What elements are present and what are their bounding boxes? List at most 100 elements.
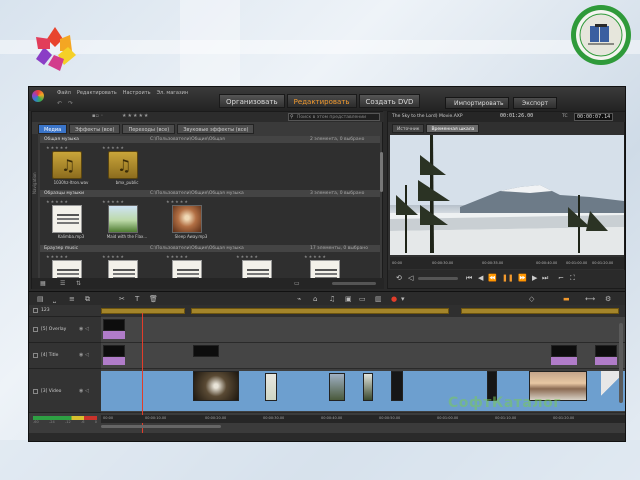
split-icon[interactable]: ⌁ xyxy=(297,295,301,303)
video-clip-thumbnail[interactable] xyxy=(363,373,373,401)
previous-frame-icon[interactable]: ◀ xyxy=(478,274,483,282)
lock-checkbox[interactable] xyxy=(33,308,38,313)
track-header-title[interactable]: [4] Title ◉ ◁ xyxy=(29,343,101,369)
visibility-icon[interactable]: ◉ ◁ xyxy=(79,388,89,394)
tile-rating-stars[interactable]: ★★★★★ xyxy=(46,145,69,150)
snap-icon[interactable]: ⎵ xyxy=(53,295,56,304)
ruler-icon[interactable]: ⟷ xyxy=(585,295,595,303)
tile-rating-stars[interactable]: ★★★★★ xyxy=(166,199,189,204)
menu-store[interactable]: Эл. магазин xyxy=(157,90,189,96)
title-clip-bar[interactable] xyxy=(103,357,125,365)
mark-in-icon[interactable]: ⌐ xyxy=(558,274,564,282)
menu-file[interactable]: Файл xyxy=(57,90,71,96)
sort-icon[interactable]: ⇅ xyxy=(76,280,81,287)
track-header-overlay[interactable]: [5] Overlay ◉ ◁ xyxy=(29,317,101,343)
menu-edit[interactable]: Редактировать xyxy=(77,90,117,96)
storyboard-icon[interactable]: ▤ xyxy=(37,295,44,303)
effects-icon[interactable]: ▣ xyxy=(345,295,352,303)
overlay-clip-audio[interactable] xyxy=(103,331,125,339)
navigation-rail[interactable]: Navigation xyxy=(32,134,38,280)
fast-forward-icon[interactable]: ⏩ xyxy=(518,274,527,282)
section-header[interactable]: Образцы музыки C:\Пользователи\Общие\Общ… xyxy=(40,190,380,197)
export-button[interactable]: Экспорт xyxy=(513,97,558,109)
video-clip-thumbnail[interactable] xyxy=(265,373,277,401)
play-pause-icon[interactable]: ❚❚ xyxy=(502,274,514,282)
media-tile[interactable]: ★★★★★ xyxy=(166,254,216,278)
timeline-horizontal-scrollbar[interactable] xyxy=(101,425,221,428)
title-tool-icon[interactable]: T xyxy=(135,295,139,303)
audio-mixer-icon[interactable]: ♫ xyxy=(329,295,335,303)
tab-timeline-preview[interactable]: Временная шкала xyxy=(426,124,480,133)
volume-icon[interactable]: ◁ xyxy=(408,274,413,282)
section-header[interactable]: Браузер music C:\Пользователи\Общие\Обща… xyxy=(40,245,380,252)
media-tile[interactable]: ★★★★★ Kalimba.mp3 xyxy=(46,199,96,241)
tab-sound-effects[interactable]: Звуковые эффекты (все) xyxy=(177,124,255,134)
track-list-icon[interactable]: ≡ xyxy=(69,295,75,303)
track-lane-title[interactable] xyxy=(101,343,625,369)
title-clip[interactable] xyxy=(103,345,125,357)
settings-icon[interactable]: ⚙ xyxy=(605,295,611,303)
tile-rating-stars[interactable]: ★★★★★ xyxy=(236,254,259,259)
tile-rating-stars[interactable]: ★★★★★ xyxy=(102,145,125,150)
volume-slider[interactable] xyxy=(418,277,458,280)
tab-transitions[interactable]: Переходы (все) xyxy=(122,124,176,134)
tab-create-dvd[interactable]: Создать DVD xyxy=(358,94,421,108)
size-toggle-icon[interactable]: ▪▫ ◦ xyxy=(92,113,103,119)
title-clip[interactable] xyxy=(551,345,577,357)
media-tile[interactable]: ★★★★★ xyxy=(304,254,354,278)
position-timecode-field[interactable]: 00:00:07.14 xyxy=(574,113,614,121)
dropdown-icon[interactable]: ▾ xyxy=(401,295,405,303)
undo-icon[interactable]: ↶ xyxy=(57,100,62,107)
media-tile[interactable]: ★★★★★ Maid with the Flax... xyxy=(102,199,152,241)
menu-setup[interactable]: Настроить xyxy=(123,90,151,96)
section-header[interactable]: Общая музыка C:\Пользователи\Общие\Общая… xyxy=(40,136,380,143)
go-to-start-icon[interactable]: ⏮ xyxy=(466,274,472,283)
loop-icon[interactable]: ⟲ xyxy=(396,274,402,282)
media-tile[interactable]: ★★★★★ Sleep Away.mp3 xyxy=(166,199,216,241)
title-clip[interactable] xyxy=(193,345,219,357)
timeline-ruler[interactable]: 00:00 00:00:10.00 00:00:20.00 00:00:30.0… xyxy=(101,415,625,423)
track-lane-overlay[interactable] xyxy=(101,317,625,343)
player-ruler[interactable]: 00:00 00:00:30.00 00:00:35.00 00:00:40.0… xyxy=(390,257,624,269)
tile-rating-stars[interactable]: ★★★★★ xyxy=(102,199,125,204)
mute-icon[interactable]: ◇ xyxy=(529,295,534,303)
redo-icon[interactable]: ↷ xyxy=(68,100,73,107)
chapter-bar[interactable] xyxy=(191,308,449,314)
library-search-input[interactable]: ⚲ Поиск в этом представлении xyxy=(288,113,380,121)
tab-effects[interactable]: Эффекты (все) xyxy=(69,124,121,134)
tile-rating-stars[interactable]: ★★★★★ xyxy=(102,254,125,259)
overlay-clip[interactable] xyxy=(103,319,125,331)
track-header-video[interactable]: [3] Video ◉ ◁ xyxy=(29,369,101,413)
media-tile[interactable]: ★★★★★ 1030hz-ltron.wav xyxy=(46,145,96,187)
link-icon[interactable]: ⧉ xyxy=(85,295,90,304)
keyframe-icon[interactable]: ⌂ xyxy=(313,295,317,303)
import-button[interactable]: Импортировать xyxy=(445,97,509,109)
visibility-icon[interactable]: ◉ ◁ xyxy=(79,352,89,358)
rewind-icon[interactable]: ⏪ xyxy=(488,274,497,282)
zoom-slider[interactable] xyxy=(332,282,376,285)
chapter-bar[interactable] xyxy=(101,308,185,314)
tile-rating-stars[interactable]: ★★★★★ xyxy=(166,254,189,259)
voiceover-icon[interactable]: ▥ xyxy=(375,295,382,303)
library-vertical-scrollbar[interactable] xyxy=(380,152,383,192)
tab-source[interactable]: Источник xyxy=(392,124,425,133)
track-checkbox[interactable] xyxy=(33,389,38,394)
app-logo-icon[interactable] xyxy=(32,90,44,102)
go-to-end-icon[interactable]: ⏭ xyxy=(542,274,548,283)
track-checkbox[interactable] xyxy=(33,327,38,332)
rating-filter-stars[interactable]: ★★★★★ xyxy=(122,113,149,119)
menu-marker-icon[interactable]: ▭ xyxy=(359,295,366,303)
zoom-fit-icon[interactable]: ▬ xyxy=(563,295,570,303)
fullscreen-icon[interactable]: ⛶ xyxy=(570,274,575,283)
title-clip-bar[interactable] xyxy=(551,357,577,365)
tile-rating-stars[interactable]: ★★★★★ xyxy=(304,254,327,259)
video-clip-thumbnail[interactable] xyxy=(193,371,239,401)
trash-icon[interactable]: 🗑 xyxy=(149,295,158,303)
media-tile[interactable]: ★★★★★ xyxy=(236,254,286,278)
record-icon[interactable]: ● xyxy=(391,295,397,303)
list-view-icon[interactable]: ☰ xyxy=(60,280,65,287)
media-tile[interactable]: ★★★★★ xyxy=(46,254,96,278)
video-clip-thumbnail[interactable] xyxy=(391,371,403,401)
video-preview[interactable] xyxy=(390,135,624,255)
razor-icon[interactable]: ✂ xyxy=(119,295,125,303)
